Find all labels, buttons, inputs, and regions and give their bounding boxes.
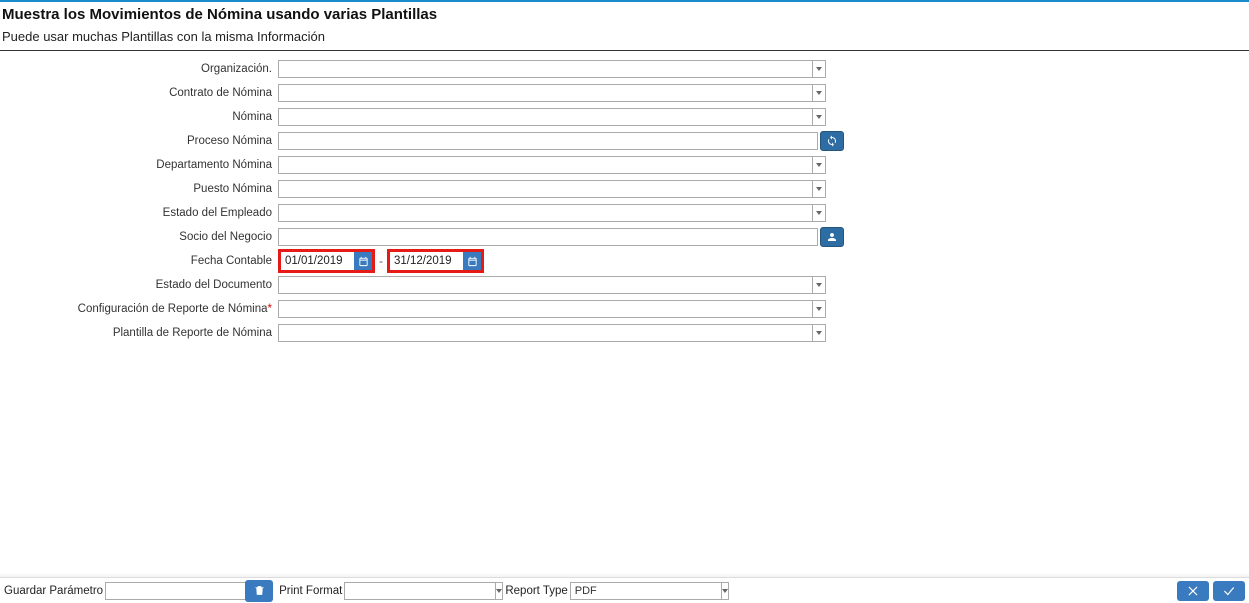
- dropdown-btn-estado-documento[interactable]: [812, 276, 826, 294]
- label-fecha-contable: Fecha Contable: [0, 255, 278, 267]
- combo-config-reporte[interactable]: [278, 300, 826, 318]
- form-area: Organización. Contrato de Nómina Nómina: [0, 59, 1249, 343]
- label-socio-negocio: Socio del Negocio: [0, 231, 278, 243]
- label-puesto-nomina: Puesto Nómina: [0, 183, 278, 195]
- close-icon: [1186, 584, 1200, 598]
- label-config-reporte: Configuración de Reporte de Nómina*: [0, 303, 278, 315]
- caret-down-icon: [816, 67, 822, 71]
- check-icon: [1222, 584, 1236, 598]
- caret-down-icon: [816, 211, 822, 215]
- dropdown-btn-contrato-nomina[interactable]: [812, 84, 826, 102]
- input-config-reporte[interactable]: [278, 300, 812, 318]
- input-plantilla-reporte[interactable]: [278, 324, 812, 342]
- dropdown-btn-print-format[interactable]: [495, 582, 503, 600]
- combo-departamento-nomina[interactable]: [278, 156, 826, 174]
- caret-down-icon: [816, 307, 822, 311]
- input-contrato-nomina[interactable]: [278, 84, 812, 102]
- cancel-button[interactable]: [1177, 581, 1209, 601]
- bpartner-icon: [826, 231, 838, 243]
- bottom-bar: Guardar Parámetro Print Format Report Ty…: [0, 577, 1249, 603]
- label-organizacion: Organización.: [0, 63, 278, 75]
- caret-down-icon: [816, 331, 822, 335]
- trash-icon: [253, 584, 266, 597]
- date-from-picker-button[interactable]: [354, 252, 372, 270]
- refresh-button[interactable]: [820, 131, 844, 151]
- date-from-field[interactable]: [278, 249, 375, 273]
- combo-contrato-nomina[interactable]: [278, 84, 826, 102]
- date-from-input[interactable]: [281, 252, 354, 270]
- caret-down-icon: [816, 283, 822, 287]
- delete-button[interactable]: [245, 580, 273, 602]
- combo-report-type[interactable]: [570, 582, 695, 600]
- page-subtitle: Puede usar muchas Plantillas con la mism…: [0, 29, 1249, 50]
- input-departamento-nomina[interactable]: [278, 156, 812, 174]
- caret-down-icon: [816, 91, 822, 95]
- caret-down-icon: [816, 115, 822, 119]
- combo-print-format[interactable]: [344, 582, 499, 600]
- required-asterisk: *: [268, 303, 272, 315]
- dropdown-btn-config-reporte[interactable]: [812, 300, 826, 318]
- input-puesto-nomina[interactable]: [278, 180, 812, 198]
- combo-estado-documento[interactable]: [278, 276, 826, 294]
- caret-down-icon: [816, 163, 822, 167]
- combo-organizacion[interactable]: [278, 60, 826, 78]
- dropdown-btn-report-type[interactable]: [721, 582, 729, 600]
- label-proceso-nomina: Proceso Nómina: [0, 135, 278, 147]
- label-nomina: Nómina: [0, 111, 278, 123]
- dropdown-btn-organizacion[interactable]: [812, 60, 826, 78]
- combo-estado-empleado[interactable]: [278, 204, 826, 222]
- label-print-format: Print Format: [279, 585, 342, 597]
- dropdown-btn-nomina[interactable]: [812, 108, 826, 126]
- label-guardar-parametro: Guardar Parámetro: [4, 585, 103, 597]
- label-contrato-nomina: Contrato de Nómina: [0, 87, 278, 99]
- caret-down-icon: [496, 589, 502, 593]
- ok-button[interactable]: [1213, 581, 1245, 601]
- label-departamento-nomina: Departamento Nómina: [0, 159, 278, 171]
- dropdown-btn-plantilla-reporte[interactable]: [812, 324, 826, 342]
- date-to-field[interactable]: [387, 249, 484, 273]
- dropdown-btn-puesto-nomina[interactable]: [812, 180, 826, 198]
- combo-plantilla-reporte[interactable]: [278, 324, 826, 342]
- header-divider: [0, 50, 1249, 51]
- input-guardar-parametro[interactable]: [105, 582, 256, 600]
- dropdown-btn-departamento-nomina[interactable]: [812, 156, 826, 174]
- combo-puesto-nomina[interactable]: [278, 180, 826, 198]
- label-plantilla-reporte: Plantilla de Reporte de Nómina: [0, 327, 278, 339]
- date-range-separator: -: [379, 254, 383, 268]
- combo-guardar-parametro[interactable]: [105, 582, 233, 600]
- input-print-format[interactable]: [344, 582, 495, 600]
- page-title: Muestra los Movimientos de Nómina usando…: [0, 2, 1249, 29]
- date-to-input[interactable]: [390, 252, 463, 270]
- input-estado-empleado[interactable]: [278, 204, 812, 222]
- bpartner-button[interactable]: [820, 227, 844, 247]
- input-proceso-nomina[interactable]: [278, 132, 818, 150]
- input-report-type[interactable]: [570, 582, 721, 600]
- input-nomina[interactable]: [278, 108, 812, 126]
- label-estado-empleado: Estado del Empleado: [0, 207, 278, 219]
- refresh-icon: [826, 135, 838, 147]
- caret-down-icon: [816, 187, 822, 191]
- caret-down-icon: [722, 589, 728, 593]
- combo-nomina[interactable]: [278, 108, 826, 126]
- date-to-picker-button[interactable]: [463, 252, 481, 270]
- input-organizacion[interactable]: [278, 60, 812, 78]
- calendar-icon: [467, 256, 478, 267]
- label-report-type: Report Type: [505, 585, 567, 597]
- label-estado-documento: Estado del Documento: [0, 279, 278, 291]
- input-socio-negocio[interactable]: [278, 228, 818, 246]
- dropdown-btn-estado-empleado[interactable]: [812, 204, 826, 222]
- input-estado-documento[interactable]: [278, 276, 812, 294]
- calendar-icon: [358, 256, 369, 267]
